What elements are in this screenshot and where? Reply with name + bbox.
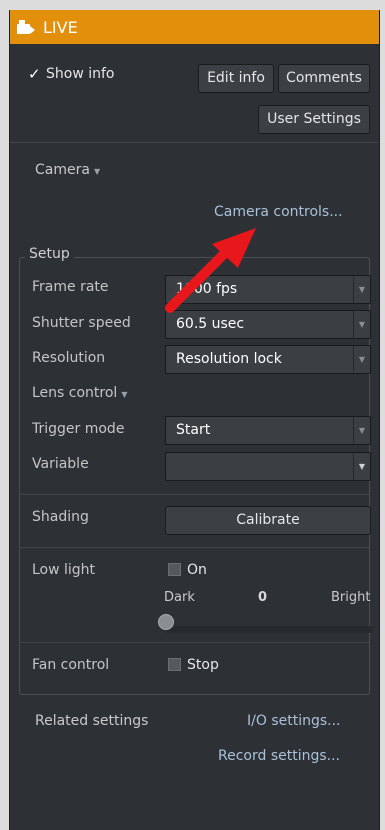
annotation-arrow-icon xyxy=(165,228,256,313)
